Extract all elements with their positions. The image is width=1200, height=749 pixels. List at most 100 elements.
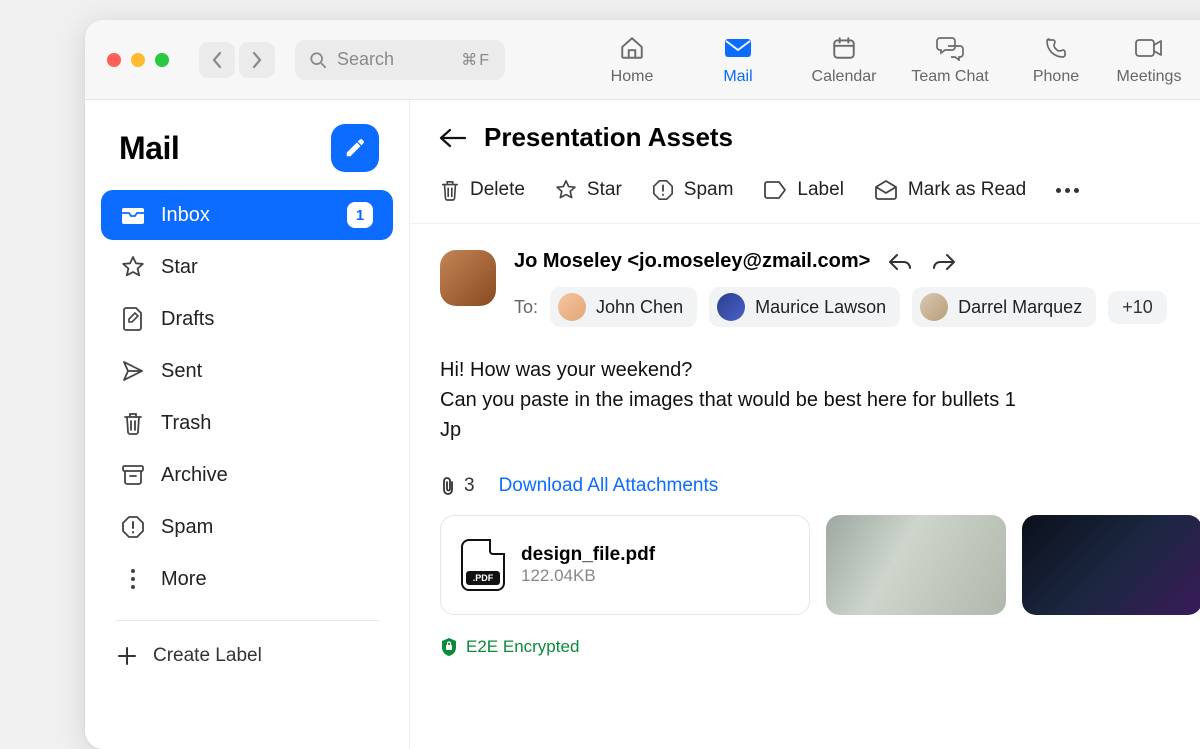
star-button[interactable]: Star [555,179,622,201]
sender-avatar[interactable] [440,250,496,306]
nav-back-button[interactable] [199,42,235,78]
button-label: Label [797,179,844,201]
tab-mail[interactable]: Mail [685,34,791,86]
attachment-count-value: 3 [464,475,475,497]
message-body: Hi! How was your weekend? Can you paste … [440,355,1200,445]
message: Jo Moseley <jo.moseley@zmail.com> To: Jo… [410,224,1200,683]
minimize-window-button[interactable] [131,53,145,67]
archive-icon [121,463,145,487]
forward-icon[interactable] [932,253,956,271]
file-size: 122.04KB [521,566,655,586]
folder-label: Sent [161,360,202,383]
recipient-chip[interactable]: John Chen [550,287,697,327]
file-name: design_file.pdf [521,544,655,566]
folder-label: Archive [161,464,228,487]
recipient-name: Darrel Marquez [958,297,1082,318]
phone-icon [1044,34,1068,62]
recipient-chip[interactable]: Maurice Lawson [709,287,900,327]
tab-calendar[interactable]: Calendar [791,34,897,86]
folder-label: Trash [161,412,211,435]
attachment-image-thumbnail[interactable] [826,515,1006,615]
sent-icon [121,359,145,383]
video-icon [1135,34,1163,62]
window-traffic-lights [107,53,169,67]
fullscreen-window-button[interactable] [155,53,169,67]
overflow-count: +10 [1122,297,1153,318]
star-icon [121,255,145,279]
folder-list: Inbox 1 Star Drafts [97,190,397,604]
to-label: To: [514,297,538,318]
label-icon [763,180,787,200]
body-line: Hi! How was your weekend? [440,355,1200,385]
label-button[interactable]: Label [763,179,844,201]
create-label-text: Create Label [153,645,262,667]
compose-button[interactable] [331,124,379,172]
avatar-icon [717,293,745,321]
create-label-button[interactable]: Create Label [97,637,397,675]
folder-label: Spam [161,516,213,539]
encryption-text: E2E Encrypted [466,637,579,657]
tab-label: Meetings [1117,68,1182,86]
tab-label: Home [611,68,654,86]
search-input[interactable]: Search ⌘F [295,40,505,80]
folder-star[interactable]: Star [101,242,393,292]
folder-more[interactable]: More [101,554,393,604]
titlebar: Search ⌘F Home Mail Calendar [85,20,1200,100]
app-window: Search ⌘F Home Mail Calendar [85,20,1200,749]
tab-label: Mail [723,68,752,86]
sender-name: Jo Moseley <jo.moseley@zmail.com> [514,250,870,273]
paperclip-icon [440,476,456,496]
folder-inbox[interactable]: Inbox 1 [101,190,393,240]
recipient-overflow[interactable]: +10 [1108,291,1167,324]
nav-forward-button[interactable] [239,42,275,78]
download-all-link[interactable]: Download All Attachments [499,475,719,497]
attachments-header: 3 Download All Attachments [440,475,1200,497]
shield-lock-icon [440,637,458,657]
recipient-chip[interactable]: Darrel Marquez [912,287,1096,327]
folder-label: More [161,568,207,591]
body-line: Can you paste in the images that would b… [440,385,1200,415]
folder-archive[interactable]: Archive [101,450,393,500]
chat-icon [936,34,964,62]
delete-button[interactable]: Delete [440,179,525,201]
spam-button[interactable]: Spam [652,179,734,201]
attachment-file[interactable]: .PDF design_file.pdf 122.04KB [440,515,810,615]
tab-label: Team Chat [911,68,988,86]
button-label: Mark as Read [908,179,1026,201]
sidebar-divider [115,620,379,621]
home-icon [619,34,645,62]
folder-drafts[interactable]: Drafts [101,294,393,344]
tab-meetings[interactable]: Meetings [1109,34,1189,86]
attachment-image-thumbnail[interactable] [1022,515,1200,615]
recipients-row: To: John Chen Maurice Lawson [514,287,1200,327]
tab-phone[interactable]: Phone [1003,34,1109,86]
attachments-list: .PDF design_file.pdf 122.04KB [440,515,1200,615]
close-window-button[interactable] [107,53,121,67]
sidebar: Mail Inbox 1 Star [85,100,410,749]
pencil-icon [344,137,366,159]
button-label: Delete [470,179,525,201]
tab-home[interactable]: Home [579,34,685,86]
star-icon [555,179,577,201]
mail-open-icon [874,179,898,201]
button-label: Spam [684,179,734,201]
spam-icon [652,179,674,201]
mark-read-button[interactable]: Mark as Read [874,179,1026,201]
folder-label: Drafts [161,308,214,331]
folder-sent[interactable]: Sent [101,346,393,396]
subject-row: Presentation Assets [410,122,1200,167]
recipient-name: Maurice Lawson [755,297,886,318]
button-label: Star [587,179,622,201]
reply-icon[interactable] [888,253,912,271]
tab-team-chat[interactable]: Team Chat [897,34,1003,86]
folder-trash[interactable]: Trash [101,398,393,448]
folder-spam[interactable]: Spam [101,502,393,552]
search-shortcut: ⌘F [461,50,491,70]
top-tabs: Home Mail Calendar Team Chat [579,34,1189,86]
more-actions-button[interactable] [1056,179,1079,201]
plus-icon [117,646,137,666]
search-placeholder: Search [337,49,394,70]
back-arrow-icon[interactable] [438,128,466,148]
recipient-name: John Chen [596,297,683,318]
calendar-icon [831,34,857,62]
